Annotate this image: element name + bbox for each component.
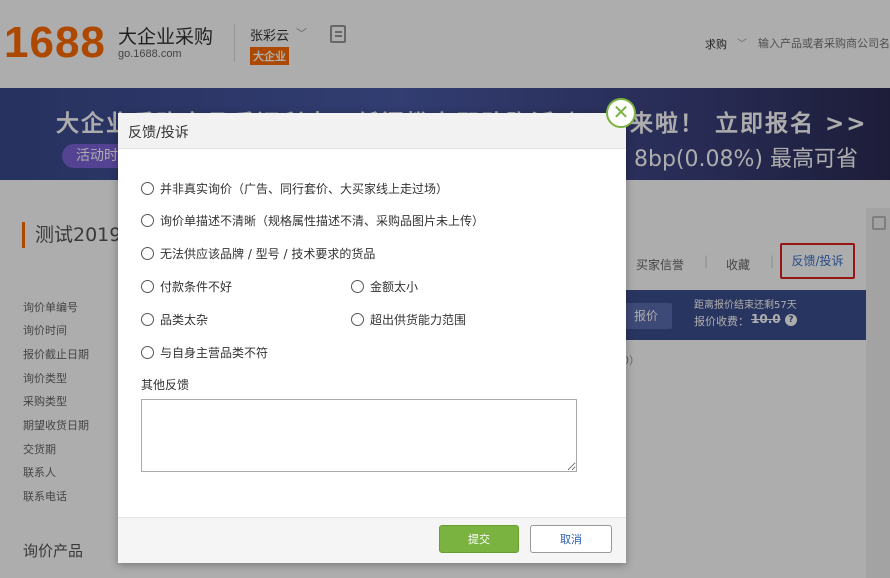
option-not-main-category[interactable]: 与自身主营品类不符 (141, 344, 268, 361)
other-feedback-textarea[interactable] (141, 399, 577, 472)
option-label: 品类太杂 (160, 313, 209, 327)
option-bad-payment-terms[interactable]: 付款条件不好 (141, 278, 232, 295)
radio-button[interactable] (351, 280, 364, 293)
option-label: 与自身主营品类不符 (160, 346, 269, 360)
option-unclear-description[interactable]: 询价单描述不清晰（规格属性描述不清、采购品图片未上传） (141, 212, 484, 229)
option-label: 无法供应该品牌 / 型号 / 技术要求的货品 (160, 247, 376, 261)
other-feedback-label: 其他反馈 (141, 378, 190, 392)
option-label: 金额太小 (370, 280, 419, 294)
dialog-title: 反馈/投诉 (128, 125, 189, 141)
option-label: 询价单描述不清晰（规格属性描述不清、采购品图片未上传） (160, 214, 485, 228)
radio-button[interactable] (141, 214, 154, 227)
option-label: 并非真实询价（广告、同行套价、大买家线上走过场） (160, 182, 449, 196)
option-label: 超出供货能力范围 (370, 313, 467, 327)
close-icon[interactable]: ✕ (606, 98, 636, 128)
option-cannot-supply[interactable]: 无法供应该品牌 / 型号 / 技术要求的货品 (141, 245, 375, 262)
option-exceeds-capacity[interactable]: 超出供货能力范围 (351, 311, 466, 328)
feedback-dialog: 反馈/投诉 并非真实询价（广告、同行套价、大买家线上走过场） 询价单描述不清晰（… (118, 113, 626, 563)
radio-button[interactable] (141, 247, 154, 260)
radio-button[interactable] (141, 280, 154, 293)
option-amount-too-small[interactable]: 金额太小 (351, 278, 418, 295)
option-label: 付款条件不好 (160, 280, 233, 294)
radio-button[interactable] (141, 346, 154, 359)
dialog-header: 反馈/投诉 (118, 113, 626, 149)
cancel-button[interactable]: 取消 (530, 525, 612, 553)
option-not-real-inquiry[interactable]: 并非真实询价（广告、同行套价、大买家线上走过场） (141, 180, 448, 197)
submit-button[interactable]: 提交 (439, 525, 519, 553)
radio-button[interactable] (141, 313, 154, 326)
radio-button[interactable] (141, 182, 154, 195)
option-too-many-categories[interactable]: 品类太杂 (141, 311, 208, 328)
radio-button[interactable] (351, 313, 364, 326)
